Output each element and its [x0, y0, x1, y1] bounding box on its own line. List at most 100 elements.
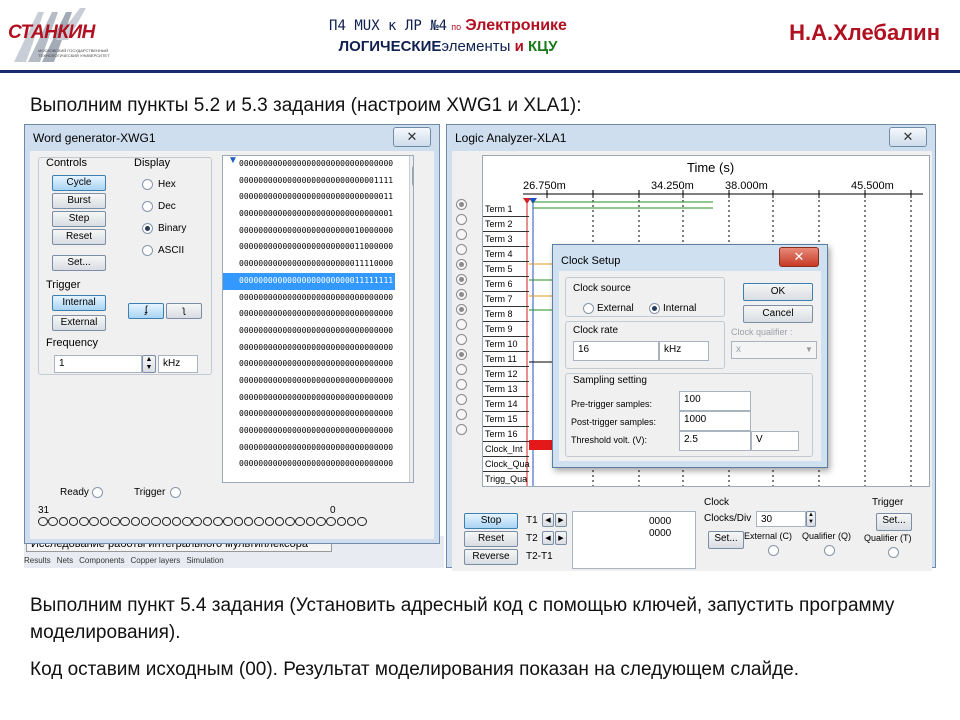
pointer-icon: ▼: [228, 155, 238, 166]
word-row[interactable]: 00000000000000000000000000000000: [223, 290, 395, 307]
cancel-button[interactable]: Cancel: [743, 305, 813, 323]
terminal-pin-icon[interactable]: [456, 304, 467, 315]
word-row[interactable]: 00000000000000000000000000000000: [223, 440, 395, 457]
terminal-pin-icon[interactable]: [456, 244, 467, 255]
word-row[interactable]: 00000000000000000000000010000000: [223, 223, 395, 240]
binary-radio[interactable]: [142, 223, 153, 234]
reverse-button[interactable]: Reverse: [464, 549, 518, 565]
word-row[interactable]: 00000000000000000000000000000000: [223, 373, 395, 390]
rising-edge-icon[interactable]: ʄ: [128, 303, 164, 319]
cursor-left-icon[interactable]: ◀: [542, 513, 554, 527]
external-clock-pin[interactable]: [768, 545, 779, 556]
threshold-unit[interactable]: V: [751, 431, 799, 451]
word-row[interactable]: 00000000000000000000000000000000: [223, 306, 395, 323]
word-row[interactable]: 00000000000000000000000000001111: [223, 173, 395, 190]
terminal-pin-icon[interactable]: [456, 229, 467, 240]
word-list[interactable]: 00000000000000000000000000000000 00000000…: [222, 155, 414, 483]
logic-analyzer-title: Logic Analyzer-XLA1: [455, 131, 567, 145]
word-row[interactable]: 00000000000000000000000000000011: [223, 189, 395, 206]
close-icon[interactable]: ✕: [779, 247, 819, 267]
word-row[interactable]: 00000000000000000000000000000000: [223, 340, 395, 357]
instruction-text-3: Код оставим исходным (00). Результат мод…: [30, 659, 800, 680]
post-trigger-input[interactable]: 1000: [679, 411, 751, 431]
word-row[interactable]: 00000000000000000000000000000000: [223, 423, 395, 440]
terminal-pin-icon[interactable]: [456, 379, 467, 390]
word-list-scrollbar[interactable]: [409, 156, 413, 482]
bit-indicator-icon: [223, 517, 233, 526]
terminal-pin-icon[interactable]: [456, 214, 467, 225]
terminal-label: Term 9: [483, 322, 529, 337]
trigger-qualifier-pin[interactable]: [888, 547, 899, 558]
word-row[interactable]: 00000000000000000000000000000000: [223, 323, 395, 340]
close-icon[interactable]: ✕: [889, 127, 927, 147]
bit-indicator-icon: [130, 517, 141, 526]
clock-rate-input[interactable]: 16: [573, 341, 659, 361]
stop-button[interactable]: Stop: [464, 513, 518, 529]
word-row[interactable]: 00000000000000000000000000000000: [223, 156, 395, 173]
background-tab[interactable]: Simulation: [186, 556, 223, 568]
ascii-radio[interactable]: [142, 245, 153, 256]
stankin-logo: СТАНКИН МОСКОВСКИЙ ГОСУДАРСТВЕННЫЙ ТЕХНО…: [8, 4, 128, 66]
reset-button[interactable]: Reset: [52, 229, 106, 245]
falling-edge-icon[interactable]: ʅ: [166, 303, 202, 319]
internal-source-radio[interactable]: [649, 303, 660, 314]
hex-radio[interactable]: [142, 179, 153, 190]
pre-trigger-input[interactable]: 100: [679, 391, 751, 411]
clock-rate-unit[interactable]: kHz: [659, 341, 709, 361]
trigger-set-button[interactable]: Set...: [876, 513, 912, 531]
logo-brand: СТАНКИН: [8, 22, 95, 43]
terminal-pin-icon[interactable]: [456, 409, 467, 420]
background-tab[interactable]: Components: [79, 556, 124, 568]
clock-setup-dialog: Clock Setup ✕ Clock source External Inte…: [552, 244, 828, 468]
close-icon[interactable]: ✕: [393, 127, 431, 147]
terminal-pin-icon[interactable]: [456, 334, 467, 345]
external-source-radio[interactable]: [583, 303, 594, 314]
clocks-div-input[interactable]: 30: [756, 511, 806, 527]
step-button[interactable]: Step: [52, 211, 106, 227]
terminal-pin-icon[interactable]: [456, 424, 467, 435]
background-tab[interactable]: Results: [24, 556, 51, 568]
terminal-pin-icon[interactable]: [456, 364, 467, 375]
clock-set-button[interactable]: Set...: [708, 531, 744, 549]
terminal-pin-icon[interactable]: [456, 259, 467, 270]
word-row[interactable]: 00000000000000000000000000000000: [223, 456, 395, 473]
cursor-right-icon[interactable]: ▶: [555, 513, 567, 527]
terminal-pin-icon[interactable]: [456, 274, 467, 285]
frequency-stepper[interactable]: ▲ ▼: [142, 355, 156, 373]
clocks-div-stepper[interactable]: ▲ ▼: [806, 511, 816, 527]
word-row[interactable]: 00000000000000000000000000000000: [223, 356, 395, 373]
cursor-right-icon[interactable]: ▶: [555, 531, 567, 545]
terminal-pin-icon[interactable]: [456, 199, 467, 210]
clock-qualifier-pin[interactable]: [824, 545, 835, 556]
reset-button[interactable]: Reset: [464, 531, 518, 547]
terminal-pin-icon[interactable]: [456, 349, 467, 360]
external-trigger-button[interactable]: External: [52, 315, 106, 331]
frequency-input[interactable]: 1: [54, 355, 142, 373]
frequency-unit[interactable]: kHz: [158, 355, 198, 373]
terminal-pin-icon[interactable]: [456, 289, 467, 300]
dec-radio[interactable]: [142, 201, 153, 212]
instruction-text-1: Выполним пункты 5.2 и 5.3 задания (настр…: [30, 95, 582, 116]
word-row[interactable]: 00000000000000000000000000000000: [223, 390, 395, 407]
word-row[interactable]: 00000000000000000000000000000001: [223, 206, 395, 223]
terminal-label: Term 5: [483, 262, 529, 277]
terminal-pin-icon[interactable]: [456, 394, 467, 405]
threshold-input[interactable]: 2.5: [679, 431, 751, 451]
word-row[interactable]: 00000000000000000000000000000000: [223, 406, 395, 423]
word-row[interactable]: 00000000000000000000000011110000: [223, 256, 395, 273]
word-row[interactable]: 00000000000000000000000011111111: [223, 272, 395, 290]
terminal-pin-icon[interactable]: [456, 319, 467, 330]
scroll-thumb[interactable]: [412, 166, 413, 186]
internal-trigger-button[interactable]: Internal: [52, 295, 106, 311]
word-row[interactable]: 00000000000000000000000011000000: [223, 239, 395, 256]
threshold-label: Threshold volt. (V):: [571, 435, 648, 445]
background-tab[interactable]: Nets: [57, 556, 73, 568]
burst-button[interactable]: Burst: [52, 193, 106, 209]
background-tab[interactable]: Copper layers: [131, 556, 181, 568]
bit-indicator-icon: [192, 517, 202, 526]
set-button[interactable]: Set...: [52, 255, 106, 271]
clock-setup-title: Clock Setup: [561, 255, 621, 267]
cycle-button[interactable]: Cycle: [52, 175, 106, 191]
ok-button[interactable]: OK: [743, 283, 813, 301]
cursor-left-icon[interactable]: ◀: [542, 531, 554, 545]
